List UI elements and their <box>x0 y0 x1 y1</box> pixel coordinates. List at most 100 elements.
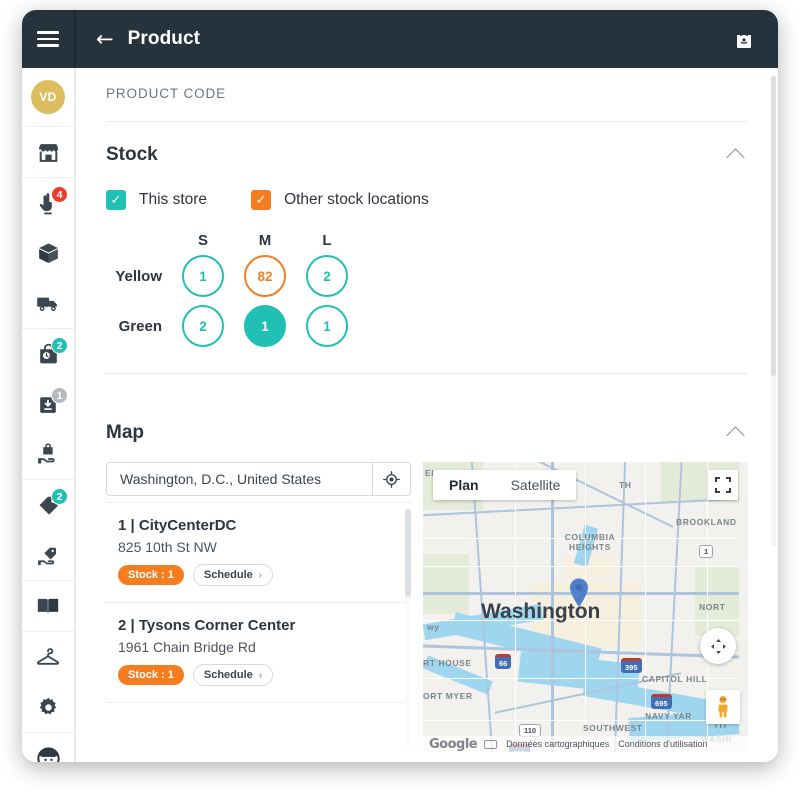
location-actions: Stock : 1 Schedule › <box>118 564 399 586</box>
stock-cell[interactable]: 2 <box>306 255 348 297</box>
delivery-truck-icon <box>37 297 57 312</box>
street-view-pegman-icon[interactable] <box>706 690 740 724</box>
sidebar-item-box-download[interactable]: 1 <box>22 379 74 429</box>
map-section-title: Map <box>106 422 144 443</box>
app-body: VD 4 2 1 2 PRODUCT CODE Stock ✓ This sto… <box>22 68 778 762</box>
bag-hand-icon <box>37 442 55 463</box>
gear-icon <box>39 697 56 714</box>
map-type-plan[interactable]: Plan <box>433 470 495 500</box>
stock-filters: ✓ This store ✓ Other stock locations <box>106 190 748 210</box>
route-shield: 1 <box>699 545 714 558</box>
checkbox-checked-icon[interactable]: ✓ <box>251 190 272 210</box>
sidebar-badge: 2 <box>51 488 68 505</box>
sidebar-group-account: VD <box>22 68 74 127</box>
map-data-attribution[interactable]: Données cartographiques <box>506 739 609 749</box>
sidebar-item-user-face[interactable] <box>22 733 74 762</box>
location-search-bar[interactable] <box>106 462 411 496</box>
locate-me-button[interactable] <box>372 463 410 495</box>
sidebar-item-hand-pointer[interactable]: 4 <box>22 178 74 228</box>
sidebar-group-fulfillment: 2 1 <box>22 329 74 480</box>
location-name: 1 | CityCenterDC <box>118 517 237 534</box>
sidebar-item-avatar[interactable]: VD <box>22 68 74 126</box>
stock-matrix: S M L Yellow 1 82 2 Green 2 1 1 <box>106 232 748 347</box>
keyboard-shortcuts-icon[interactable] <box>484 739 498 749</box>
schedule-button[interactable]: Schedule › <box>192 564 274 586</box>
shopping-bag-icon[interactable] <box>732 27 756 51</box>
sidebar-item-bag-hand[interactable] <box>22 429 74 479</box>
stock-section-title: Stock <box>106 144 158 165</box>
menu-toggle-button[interactable] <box>22 10 76 68</box>
map-place-label: ORT MYER <box>423 691 473 701</box>
sidebar-badge: 2 <box>51 337 68 354</box>
map-pin-icon[interactable] <box>567 577 591 614</box>
location-list[interactable]: 1 | CityCenterDC 825 10th St NW Stock : … <box>106 502 411 745</box>
location-actions: Stock : 1 Schedule › <box>118 664 399 686</box>
size-column-header: L <box>322 232 332 249</box>
filter-this-store[interactable]: ✓ This store <box>106 190 207 210</box>
back-arrow-icon[interactable]: ← <box>96 28 114 50</box>
chevron-up-icon[interactable] <box>726 426 745 445</box>
sidebar-item-tag-hand[interactable] <box>22 530 74 580</box>
schedule-button[interactable]: Schedule › <box>192 664 274 686</box>
list-item[interactable]: 1 | CityCenterDC 825 10th St NW Stock : … <box>106 503 411 603</box>
google-logo: Google <box>429 736 478 752</box>
stock-matrix-row: Yellow 1 82 2 <box>106 255 748 297</box>
open-book-icon <box>37 598 59 614</box>
list-item[interactable]: 2 | Tysons Corner Center 1961 Chain Brid… <box>106 603 411 703</box>
sidebar-item-price-tag[interactable]: 2 <box>22 480 74 530</box>
scrollbar-thumb[interactable] <box>405 509 411 597</box>
chevron-right-icon: › <box>258 669 263 681</box>
map-place-label: wy <box>427 622 440 632</box>
content-scrollbar[interactable] <box>771 76 776 546</box>
search-input[interactable] <box>107 463 372 495</box>
scrollbar-thumb[interactable] <box>771 76 776 376</box>
location-address: 1961 Chain Bridge Rd <box>118 639 256 655</box>
sidebar-item-open-book[interactable] <box>22 581 74 631</box>
interstate-shield: 695 <box>651 694 672 709</box>
map-type-switch[interactable]: Plan Satellite <box>433 470 577 500</box>
main-content: PRODUCT CODE Stock ✓ This store ✓ Other … <box>76 68 778 762</box>
map-left-panel: 1 | CityCenterDC 825 10th St NW Stock : … <box>106 462 411 752</box>
sidebar-group-catalog-book <box>22 581 74 632</box>
stock-cell-selected[interactable]: 1 <box>244 305 286 347</box>
sidebar-item-package[interactable] <box>22 228 74 278</box>
filter-other-stock-locations[interactable]: ✓ Other stock locations <box>251 190 429 210</box>
sidebar-item-storefront[interactable] <box>22 127 74 177</box>
checkbox-checked-icon[interactable]: ✓ <box>106 190 126 210</box>
sidebar-badge: 4 <box>51 186 68 203</box>
map-place-label: SOUTHWEST <box>583 723 643 733</box>
terms-of-use-link[interactable]: Conditions d'utilisation <box>618 739 707 749</box>
map-canvas[interactable]: ENLEYTOWN TH BROOKLAND COLUMBIA HEIGHTS … <box>423 462 748 752</box>
size-column-header: S <box>197 232 208 249</box>
sidebar-item-bag-clock[interactable]: 2 <box>22 329 74 379</box>
stock-section-header[interactable]: Stock <box>106 144 748 170</box>
sidebar-item-settings[interactable] <box>22 682 74 732</box>
location-name: 2 | Tysons Corner Center <box>118 617 296 634</box>
list-scrollbar[interactable] <box>405 509 411 745</box>
fullscreen-button[interactable] <box>708 470 738 500</box>
map-section: Map Washington, D.C., United States 1 | … <box>106 400 748 752</box>
map-section-header[interactable]: Map <box>106 422 748 448</box>
stock-cell[interactable]: 82 <box>244 255 286 297</box>
map-body: 1 | CityCenterDC 825 10th St NW Stock : … <box>106 462 748 752</box>
product-code-label: PRODUCT CODE <box>106 86 227 101</box>
page-title: Product <box>127 28 201 49</box>
user-face-icon <box>36 746 60 762</box>
sidebar-badge: 1 <box>51 387 68 404</box>
left-sidebar[interactable]: VD 4 2 1 2 <box>22 68 76 762</box>
storefront-icon <box>38 143 58 162</box>
clothes-hanger-icon <box>37 648 59 665</box>
stock-cell[interactable]: 1 <box>182 255 224 297</box>
stock-cell[interactable]: 1 <box>306 305 348 347</box>
schedule-label: Schedule <box>203 669 253 681</box>
chevron-up-icon[interactable] <box>726 148 745 167</box>
sidebar-item-clothes-hanger[interactable] <box>22 632 74 682</box>
package-box-icon <box>38 243 58 263</box>
map-place-label: BROOKLAND <box>676 517 737 527</box>
map-pan-control[interactable] <box>700 628 736 664</box>
map-type-satellite[interactable]: Satellite <box>495 470 577 500</box>
sidebar-item-delivery-truck[interactable] <box>22 278 74 328</box>
sidebar-group-orders: 4 <box>22 178 74 329</box>
sidebar-group-profile <box>22 733 74 762</box>
stock-cell[interactable]: 2 <box>182 305 224 347</box>
